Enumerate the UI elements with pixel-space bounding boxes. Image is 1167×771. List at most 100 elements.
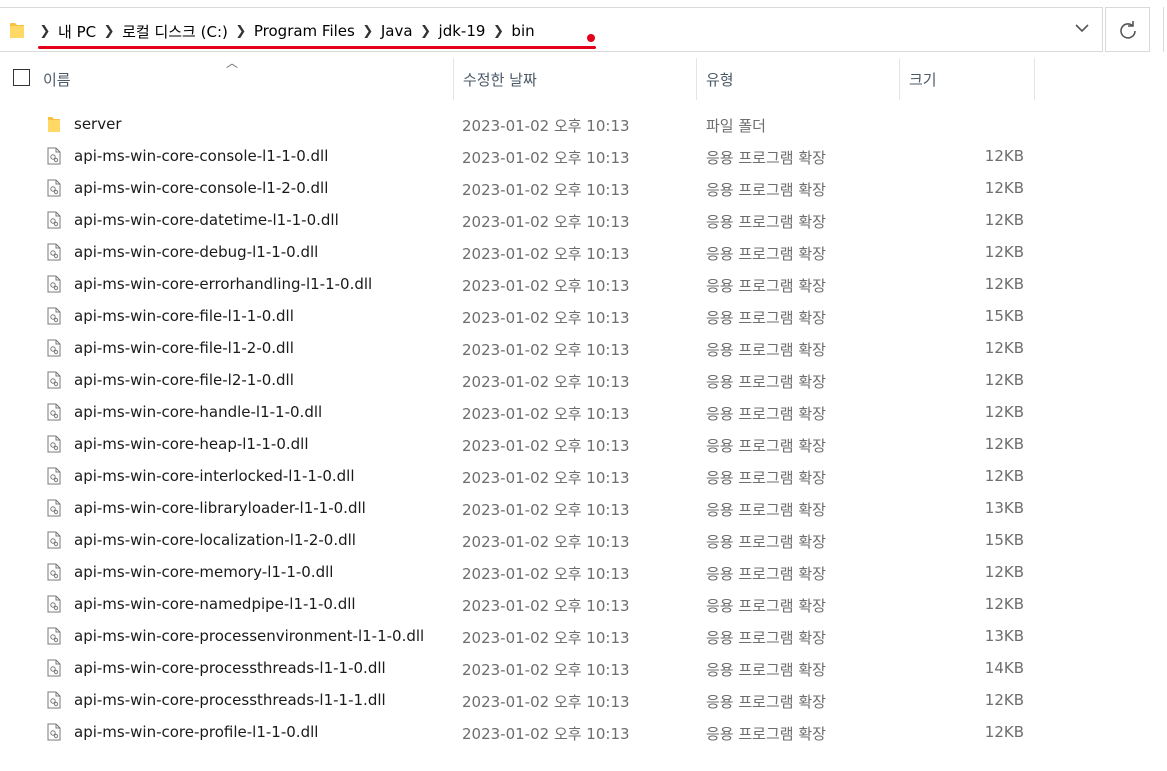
breadcrumb-item-bin[interactable]: bin	[507, 22, 538, 40]
column-name[interactable]: 이름	[33, 58, 453, 100]
list-item[interactable]: api-ms-win-core-file-l1-2-0.dll 2023-01-0…	[0, 333, 1040, 365]
column-divider[interactable]	[1034, 58, 1035, 100]
select-all-checkbox[interactable]	[13, 69, 30, 86]
file-date: 2023-01-02 오후 10:13	[462, 533, 630, 551]
file-size: 12KB	[984, 371, 1024, 389]
file-date: 2023-01-02 오후 10:13	[462, 213, 630, 231]
list-item[interactable]: api-ms-win-core-errorhandling-l1-1-0.dll…	[0, 269, 1040, 301]
file-size: 12KB	[984, 563, 1024, 581]
folder-icon	[48, 117, 60, 132]
file-date: 2023-01-02 오후 10:13	[462, 341, 630, 359]
list-item[interactable]: api-ms-win-core-processthreads-l1-1-0.dl…	[0, 653, 1040, 685]
address-bar[interactable]: ❯ 내 PC ❯ 로컬 디스크 (C:) ❯ Program Files ❯ J…	[0, 7, 1103, 52]
list-item[interactable]: api-ms-win-core-libraryloader-l1-1-0.dll…	[0, 493, 1040, 525]
list-item[interactable]: server 2023-01-02 오후 10:13 파일 폴더	[0, 109, 1040, 141]
dll-file-icon	[47, 275, 61, 293]
file-date: 2023-01-02 오후 10:13	[462, 597, 630, 615]
chevron-right-icon[interactable]: ❯	[232, 24, 250, 39]
file-name: api-ms-win-core-errorhandling-l1-1-0.dll	[74, 275, 373, 293]
file-name: api-ms-win-core-console-l1-2-0.dll	[74, 179, 329, 197]
dll-file-icon	[47, 531, 61, 549]
breadcrumb-item-program-files[interactable]: Program Files	[250, 22, 359, 40]
dll-file-icon	[47, 691, 61, 709]
list-item[interactable]: api-ms-win-core-file-l2-1-0.dll 2023-01-0…	[0, 365, 1040, 397]
file-size: 12KB	[984, 179, 1024, 197]
file-name: api-ms-win-core-file-l2-1-0.dll	[74, 371, 294, 389]
chevron-right-icon[interactable]: ❯	[36, 24, 54, 39]
file-name: api-ms-win-core-file-l1-1-0.dll	[74, 307, 294, 325]
chevron-right-icon[interactable]: ❯	[100, 24, 118, 39]
list-item[interactable]: api-ms-win-core-processthreads-l1-1-1.dl…	[0, 685, 1040, 717]
file-name: api-ms-win-core-debug-l1-1-0.dll	[74, 243, 319, 261]
column-size[interactable]: 크기	[899, 58, 1034, 100]
file-size: 12KB	[984, 147, 1024, 165]
list-item[interactable]: api-ms-win-core-profile-l1-1-0.dll 2023-0…	[0, 717, 1040, 749]
file-type: 응용 프로그램 확장	[706, 693, 826, 711]
file-type: 응용 프로그램 확장	[706, 533, 826, 551]
list-item[interactable]: api-ms-win-core-namedpipe-l1-1-0.dll 2023…	[0, 589, 1040, 621]
file-date: 2023-01-02 오후 10:13	[462, 725, 630, 743]
list-item[interactable]: api-ms-win-core-localization-l1-2-0.dll 2…	[0, 525, 1040, 557]
breadcrumb-item-java[interactable]: Java	[377, 22, 417, 40]
file-date: 2023-01-02 오후 10:13	[462, 309, 630, 327]
file-name: api-ms-win-core-interlocked-l1-1-0.dll	[74, 467, 355, 485]
file-size: 12KB	[984, 467, 1024, 485]
file-date: 2023-01-02 오후 10:13	[462, 437, 630, 455]
refresh-button[interactable]	[1105, 7, 1150, 52]
refresh-icon	[1119, 20, 1136, 39]
chevron-right-icon[interactable]: ❯	[489, 24, 507, 39]
dll-file-icon	[47, 723, 61, 741]
list-item[interactable]: api-ms-win-core-memory-l1-1-0.dll 2023-01…	[0, 557, 1040, 589]
list-item[interactable]: api-ms-win-core-debug-l1-1-0.dll 2023-01-…	[0, 237, 1040, 269]
breadcrumb-item-jdk[interactable]: jdk-19	[435, 22, 490, 40]
breadcrumb-item-my-pc[interactable]: 내 PC	[54, 21, 100, 42]
chevron-down-icon[interactable]	[1074, 21, 1090, 37]
column-date-modified[interactable]: 수정한 날짜	[453, 58, 696, 100]
file-name: server	[74, 115, 122, 133]
file-size: 12KB	[984, 435, 1024, 453]
file-size: 14KB	[984, 659, 1024, 677]
dll-file-icon	[47, 627, 61, 645]
column-header: ︿ 이름 수정한 날짜 유형 크기	[0, 56, 1040, 100]
list-item[interactable]: api-ms-win-core-file-l1-1-0.dll 2023-01-0…	[0, 301, 1040, 333]
dll-file-icon	[47, 211, 61, 229]
list-item[interactable]: api-ms-win-core-handle-l1-1-0.dll 2023-01…	[0, 397, 1040, 429]
chevron-right-icon[interactable]: ❯	[417, 24, 435, 39]
file-date: 2023-01-02 오후 10:13	[462, 117, 630, 135]
dll-file-icon	[47, 563, 61, 581]
file-date: 2023-01-02 오후 10:13	[462, 565, 630, 583]
breadcrumb: ❯ 내 PC ❯ 로컬 디스크 (C:) ❯ Program Files ❯ J…	[36, 20, 539, 42]
dll-file-icon	[47, 499, 61, 517]
file-date: 2023-01-02 오후 10:13	[462, 629, 630, 647]
file-list: server 2023-01-02 오후 10:13 파일 폴더 api-ms-…	[0, 109, 1040, 749]
folder-icon	[10, 23, 24, 38]
dll-file-icon	[47, 435, 61, 453]
file-size: 12KB	[984, 339, 1024, 357]
file-date: 2023-01-02 오후 10:13	[462, 149, 630, 167]
list-item[interactable]: api-ms-win-core-heap-l1-1-0.dll 2023-01-0…	[0, 429, 1040, 461]
breadcrumb-item-local-disk[interactable]: 로컬 디스크 (C:)	[118, 21, 232, 42]
file-size: 12KB	[984, 403, 1024, 421]
dll-file-icon	[47, 339, 61, 357]
dll-file-icon	[47, 179, 61, 197]
file-size: 13KB	[984, 499, 1024, 517]
list-item[interactable]: api-ms-win-core-datetime-l1-1-0.dll 2023-…	[0, 205, 1040, 237]
column-type[interactable]: 유형	[696, 58, 899, 100]
chevron-right-icon[interactable]: ❯	[359, 24, 377, 39]
file-type: 응용 프로그램 확장	[706, 309, 826, 327]
search-box-edge[interactable]	[1163, 7, 1167, 52]
file-type: 응용 프로그램 확장	[706, 213, 826, 231]
list-item[interactable]: api-ms-win-core-console-l1-1-0.dll 2023-0…	[0, 141, 1040, 173]
list-item[interactable]: api-ms-win-core-console-l1-2-0.dll 2023-0…	[0, 173, 1040, 205]
file-name: api-ms-win-core-processenvironment-l1-1-…	[74, 627, 425, 645]
file-date: 2023-01-02 오후 10:13	[462, 277, 630, 295]
list-item[interactable]: api-ms-win-core-interlocked-l1-1-0.dll 20…	[0, 461, 1040, 493]
list-item[interactable]: api-ms-win-core-processenvironment-l1-1-…	[0, 621, 1040, 653]
file-size: 12KB	[984, 595, 1024, 613]
file-type: 응용 프로그램 확장	[706, 437, 826, 455]
dll-file-icon	[47, 595, 61, 613]
file-name: api-ms-win-core-processthreads-l1-1-0.dl…	[74, 659, 386, 677]
file-type: 응용 프로그램 확장	[706, 405, 826, 423]
file-size: 15KB	[984, 307, 1024, 325]
file-name: api-ms-win-core-console-l1-1-0.dll	[74, 147, 329, 165]
